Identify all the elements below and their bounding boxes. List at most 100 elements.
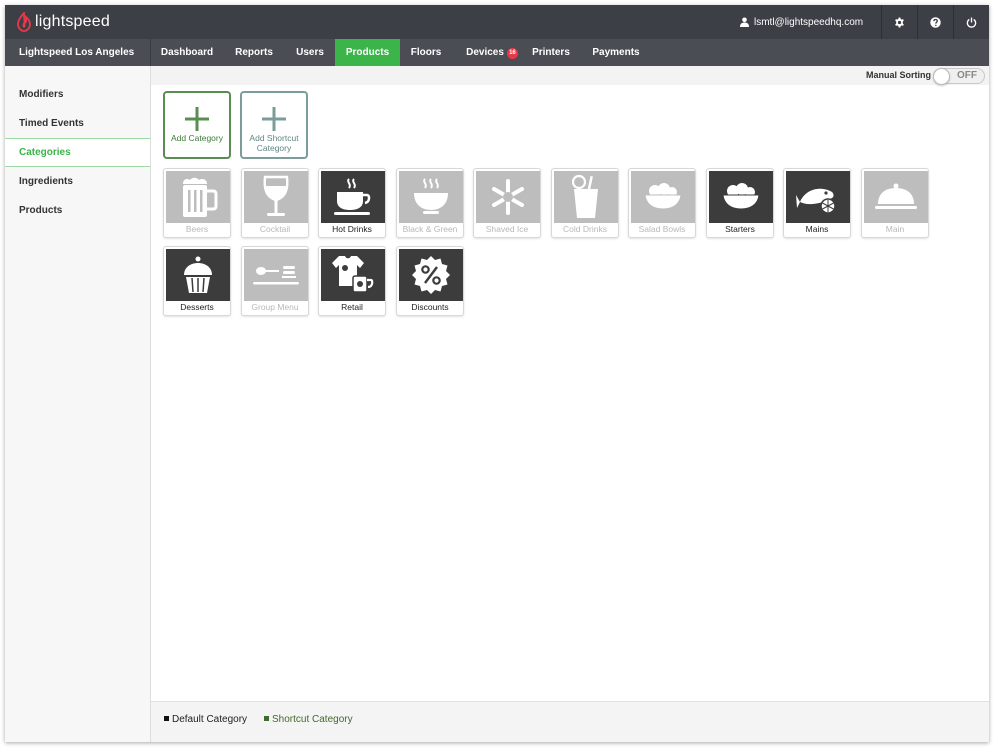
legend-shortcut: Shortcut Category <box>264 714 353 725</box>
sidebar-item-label: Ingredients <box>19 176 73 187</box>
sorting-toolbar: Manual Sorting OFF <box>151 66 989 85</box>
category-tile-desserts[interactable]: Desserts <box>163 246 231 316</box>
tile-label: Starters <box>725 224 755 234</box>
default-swatch <box>164 716 169 721</box>
brand-logo[interactable]: lightspeed <box>17 11 110 33</box>
tile-label: Black & Green <box>402 224 458 234</box>
legend-shortcut-label: Shortcut Category <box>272 714 353 725</box>
tile-image <box>321 171 385 223</box>
category-tile-cold-drinks[interactable]: Cold Drinks <box>551 168 619 238</box>
fish-icon <box>796 188 836 214</box>
tile-image <box>554 171 618 223</box>
tab-users[interactable]: Users <box>285 39 335 66</box>
tile-label: Main <box>885 224 905 234</box>
plus-icon <box>262 107 286 131</box>
add-category-button[interactable]: Add Category <box>163 91 231 159</box>
category-tile-hot-drinks[interactable]: Hot Drinks <box>318 168 386 238</box>
sidebar-item-timed-events[interactable]: Timed Events <box>5 109 150 138</box>
plus-icon <box>185 107 209 131</box>
tab-label: Dashboard <box>160 47 214 58</box>
tab-label: Reports <box>235 47 273 58</box>
tab-floors[interactable]: Floors <box>400 39 452 66</box>
snowflake-icon <box>492 179 524 215</box>
coffee-cup-icon <box>334 178 371 215</box>
tile-image <box>321 249 385 301</box>
brand-name: lightspeed <box>35 13 110 30</box>
category-tile-salad-bowls[interactable]: Salad Bowls <box>628 168 696 238</box>
tshirt-mug-icon <box>332 256 374 293</box>
tab-payments[interactable]: Payments <box>585 39 647 66</box>
category-tile-mains[interactable]: Mains <box>783 168 851 238</box>
manual-sorting-toggle[interactable]: OFF <box>933 68 985 85</box>
category-tile-beers[interactable]: Beers <box>163 168 231 238</box>
tile-label: Retail <box>341 302 363 312</box>
user-email: lsmtl@lightspeedhq.com <box>754 16 864 28</box>
location-name[interactable]: Lightspeed Los Angeles <box>5 39 151 66</box>
soup-bowl-icon <box>414 178 448 214</box>
sidebar-item-categories[interactable]: Categories <box>5 138 150 167</box>
tile-label: Hot Drinks <box>332 224 372 234</box>
sidebar-item-ingredients[interactable]: Ingredients <box>5 167 150 196</box>
tile-label: Cold Drinks <box>563 224 607 234</box>
tile-label: Beers <box>185 224 209 234</box>
category-tile-retail[interactable]: Retail <box>318 246 386 316</box>
tile-image <box>399 249 463 301</box>
add-shortcut-label: Add Shortcut Category <box>249 133 299 153</box>
add-shortcut-category-button[interactable]: Add Shortcut Category <box>240 91 308 159</box>
settings-button[interactable] <box>881 5 917 39</box>
shortcut-swatch <box>264 716 269 721</box>
top-bar: lightspeed lsmtl@lightspeedhq.com <box>5 5 989 39</box>
help-button[interactable] <box>917 5 953 39</box>
help-icon <box>930 16 941 28</box>
percent-badge-icon <box>412 256 450 294</box>
cloche-icon <box>875 183 917 209</box>
cupcake-icon <box>184 256 212 293</box>
tab-label: Users <box>296 47 324 58</box>
category-tile-discounts[interactable]: Discounts <box>396 246 464 316</box>
sidebar-item-label: Products <box>19 205 63 216</box>
tab-label: Devices <box>466 47 504 58</box>
tab-reports[interactable]: Reports <box>223 39 285 66</box>
legend-default-label: Default Category <box>172 714 248 725</box>
tab-label: Payments <box>592 47 640 58</box>
salad-bowl-icon <box>644 183 682 210</box>
sidebar-item-modifiers[interactable]: Modifiers <box>5 80 150 109</box>
tile-label: Salad Bowls <box>638 224 686 234</box>
manual-sorting-label: Manual Sorting <box>866 70 931 80</box>
soda-glass-icon <box>571 174 598 218</box>
tab-dashboard[interactable]: Dashboard <box>151 39 223 66</box>
tile-label: Group Menu <box>251 302 299 312</box>
flame-logo-icon <box>17 12 31 32</box>
tile-label: Mains <box>805 224 829 234</box>
tile-image <box>786 171 850 223</box>
tile-image <box>166 249 230 301</box>
tile-image <box>864 171 928 223</box>
app-window: lightspeed lsmtl@lightspeedhq.com Lights… <box>5 5 989 742</box>
user-menu[interactable]: lsmtl@lightspeedhq.com <box>740 5 863 39</box>
beer-mug-icon <box>183 177 218 217</box>
power-icon <box>966 17 977 28</box>
tile-image <box>476 171 540 223</box>
category-tile-main[interactable]: Main <box>861 168 929 238</box>
tab-products[interactable]: Products <box>335 39 400 66</box>
toggle-state: OFF <box>957 70 977 81</box>
tab-devices[interactable]: Devices 16 <box>452 39 532 66</box>
tile-label: Cocktail <box>259 224 291 234</box>
category-tile-starters[interactable]: Starters <box>706 168 774 238</box>
legend-bar: Default Category Shortcut Category <box>151 701 989 742</box>
category-tile-group-menu[interactable]: Group Menu <box>241 246 309 316</box>
devices-count-badge: 16 <box>506 48 518 59</box>
tile-label: Shaved Ice <box>485 224 529 234</box>
category-tile-shaved-ice[interactable]: Shaved Ice <box>473 168 541 238</box>
tab-label: Floors <box>410 47 442 58</box>
category-tile-cocktail[interactable]: Cocktail <box>241 168 309 238</box>
sidebar-item-products[interactable]: Products <box>5 196 150 225</box>
tab-printers[interactable]: Printers <box>525 39 577 66</box>
toggle-knob <box>933 68 950 85</box>
user-icon <box>740 17 749 27</box>
logout-button[interactable] <box>953 5 989 39</box>
sidebar: Modifiers Timed Events Categories Ingred… <box>5 66 151 742</box>
tile-image <box>399 171 463 223</box>
category-tile-black-green[interactable]: Black & Green <box>396 168 464 238</box>
starter-bowl-icon <box>722 183 760 210</box>
